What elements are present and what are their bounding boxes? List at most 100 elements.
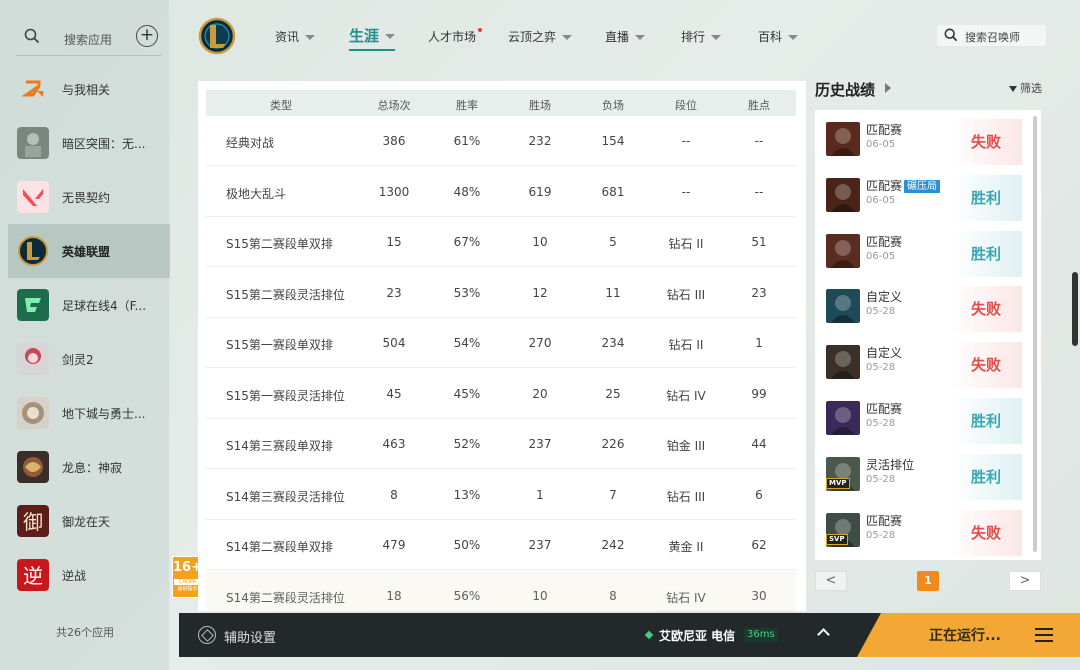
running-label: 正在运行... <box>929 628 1001 644</box>
table-row[interactable]: S15第一赛段单双排 504 54% 270 234 钻石 II 1 <box>206 318 796 368</box>
match-item[interactable]: 匹配赛 06-05 失败 <box>826 119 1022 165</box>
nav-tab[interactable]: 排行 <box>681 28 722 45</box>
table-header-cell[interactable]: 胜场 <box>505 97 575 113</box>
dragon-breath-icon <box>17 451 49 483</box>
table-cell: 234 <box>601 336 625 350</box>
table-cell: 钻石 II <box>668 237 704 251</box>
match-item[interactable]: SVP 匹配赛 05-28 失败 <box>826 509 1022 556</box>
table-cell: 62 <box>751 538 767 552</box>
table-cell: 504 <box>382 336 406 350</box>
match-type-label: 灵活排位 <box>866 457 915 472</box>
history-scrollbar[interactable] <box>1033 116 1037 552</box>
sidebar-item[interactable]: 无畏契约 <box>0 170 170 224</box>
league-of-legends-icon <box>17 235 49 267</box>
settings-icon[interactable] <box>198 626 216 644</box>
table-header-cell[interactable]: 段位 <box>651 97 721 113</box>
match-type-label: 自定义 <box>866 346 903 361</box>
table-cell: 52% <box>453 437 481 451</box>
table-header-cell[interactable]: 胜点 <box>724 97 794 113</box>
page-prev-button[interactable]: < <box>815 571 847 591</box>
page-scrollbar[interactable] <box>1072 272 1078 346</box>
match-date: 05-28 <box>866 306 896 318</box>
match-item[interactable]: 匹配赛 06-05 胜利 <box>826 230 1022 277</box>
server-status-icon <box>644 630 654 640</box>
table-cell: 25 <box>605 386 621 401</box>
nav-tab[interactable]: 人才市场 <box>428 28 483 45</box>
table-header-cell[interactable]: 类型 <box>246 97 316 113</box>
match-date: 05-28 <box>866 529 896 541</box>
sidebar-item[interactable]: 御 御龙在天 <box>0 494 170 548</box>
sidebar-item-label: 逆战 <box>62 569 87 583</box>
match-item[interactable]: MVP 灵活排位 05-28 胜利 <box>826 453 1022 500</box>
sidebar-item[interactable]: 龙息：神寂 <box>0 440 170 494</box>
match-item[interactable]: 自定义 05-28 失败 <box>826 342 1022 389</box>
page-current[interactable]: 1 <box>917 571 939 591</box>
nav-tab[interactable]: 云顶之弈 <box>508 28 573 45</box>
table-cell: 53% <box>453 285 481 300</box>
match-item[interactable]: 匹配赛 碾压局 06-05 胜利 <box>826 174 1022 221</box>
match-result: 胜利 <box>950 230 1022 277</box>
lol-logo-icon <box>198 17 236 55</box>
page-next-button[interactable]: > <box>1009 571 1041 591</box>
summoner-search-placeholder[interactable]: 搜索召唤师 <box>965 29 1020 45</box>
filter-icon <box>1009 86 1017 92</box>
sidebar-item[interactable]: 剑灵2 <box>0 332 170 386</box>
champion-portrait-icon <box>826 122 860 156</box>
sidebar-item[interactable]: 足球在线4（F... <box>0 278 170 332</box>
match-item[interactable]: 自定义 05-28 失败 <box>826 286 1022 333</box>
table-row[interactable]: S15第二赛段灵活排位 23 53% 12 11 钻石 III 23 <box>206 268 796 318</box>
chevron-right-icon[interactable] <box>885 83 891 93</box>
sidebar-item[interactable]: 逆 逆战 <box>0 548 170 602</box>
sidebar-item[interactable]: 与我相关 <box>0 62 170 116</box>
search-icon[interactable] <box>24 28 40 44</box>
filter-label: 筛选 <box>1020 82 1042 95</box>
summoner-search[interactable]: 搜索召唤师 <box>937 25 1046 46</box>
history-title[interactable]: 历史战绩 <box>815 79 875 100</box>
nav-tab[interactable]: 百科 <box>758 28 799 45</box>
table-row[interactable]: S15第二赛段单双排 15 67% 10 5 钻石 II 51 <box>206 217 796 267</box>
sidebar-item[interactable]: 暗区突围：无... <box>0 116 170 170</box>
table-header-cell[interactable]: 负场 <box>578 97 648 113</box>
sidebar-item[interactable]: 英雄联盟 <box>8 224 170 278</box>
match-date: 06-05 <box>866 194 896 206</box>
table-row[interactable]: S14第二赛段灵活排位 18 56% 10 8 钻石 IV 30 <box>206 570 796 611</box>
menu-icon[interactable] <box>1035 628 1053 642</box>
table-cell: 232 <box>528 134 552 148</box>
table-cell: S15第二赛段单双排 <box>226 237 333 251</box>
valorant-icon <box>17 181 49 213</box>
table-cell: 10 <box>532 235 548 249</box>
nav-tab-label: 生涯 <box>349 27 380 45</box>
table-row[interactable]: 经典对战 386 61% 232 154 -- -- <box>206 116 796 166</box>
assist-settings-button[interactable]: 辅助设置 <box>224 627 276 646</box>
running-button[interactable]: 正在运行... <box>857 613 1080 657</box>
nav-tab[interactable]: 直播 <box>605 28 646 45</box>
table-row[interactable]: S15第一赛段灵活排位 45 45% 20 25 钻石 IV 99 <box>206 369 796 419</box>
chevron-up-icon[interactable] <box>817 628 830 641</box>
app-search-placeholder[interactable]: 搜索应用 <box>64 31 112 48</box>
sidebar-item[interactable]: 地下城与勇士... <box>0 386 170 440</box>
table-cell: 钻石 IV <box>666 590 706 605</box>
table-header-cell[interactable]: 总场次 <box>359 97 429 113</box>
match-date: 06-05 <box>866 139 896 150</box>
nav-tab[interactable]: 资讯 <box>275 28 316 45</box>
table-header-cell[interactable]: 胜率 <box>432 97 502 113</box>
table-cell: S14第二赛段单双排 <box>226 540 333 554</box>
table-cell: 463 <box>382 437 406 451</box>
match-item[interactable]: 匹配赛 05-28 胜利 <box>826 398 1022 444</box>
table-row[interactable]: S14第三赛段灵活排位 8 13% 1 7 钻石 III 6 <box>206 470 796 520</box>
search-icon[interactable] <box>944 28 958 42</box>
table-row[interactable]: 极地大乱斗 1300 48% 619 681 -- -- <box>206 167 796 217</box>
nav-tab[interactable]: 生涯 <box>349 25 396 51</box>
champion-portrait-icon <box>826 233 860 268</box>
yulong-icon: 御 <box>17 505 49 537</box>
table-row[interactable]: S14第三赛段单双排 463 52% 237 226 铂金 III 44 <box>206 419 796 469</box>
add-app-button[interactable]: + <box>136 25 158 47</box>
table-cell: 48% <box>453 184 481 199</box>
sidebar-item-label: 与我相关 <box>62 83 111 97</box>
app-search[interactable]: 搜索应用 + <box>16 22 162 56</box>
table-cell: 12 <box>532 285 548 300</box>
server-name[interactable]: 艾欧尼亚 电信 <box>659 627 735 644</box>
table-row[interactable]: S14第二赛段单双排 479 50% 237 242 黄金 II 62 <box>206 520 796 570</box>
arena-breakout-icon <box>17 127 49 159</box>
filter-button[interactable]: 筛选 <box>1009 80 1042 96</box>
